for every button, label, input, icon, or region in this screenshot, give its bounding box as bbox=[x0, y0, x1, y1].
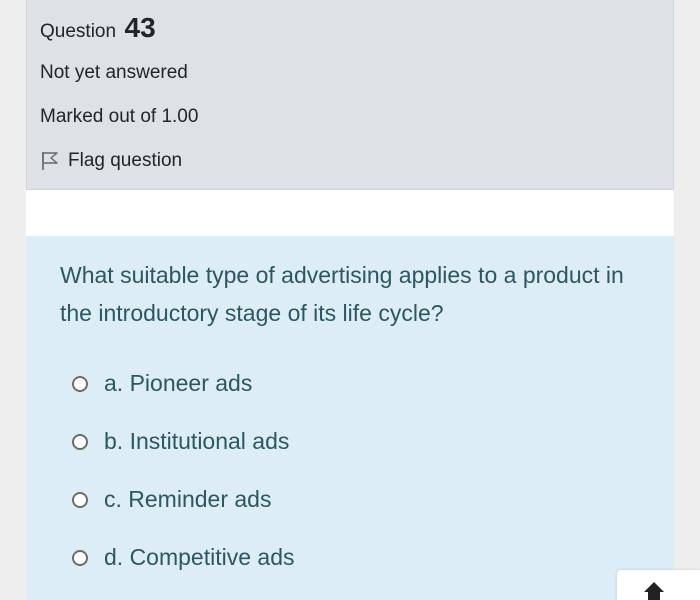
question-info-panel: Question 43 Not yet answered Marked out … bbox=[26, 0, 674, 190]
answer-option-a[interactable]: a. Pioneer ads bbox=[72, 370, 252, 397]
quiz-page: Question 43 Not yet answered Marked out … bbox=[0, 0, 700, 600]
question-grade: Marked out of 1.00 bbox=[40, 106, 199, 127]
answer-option-label: c. Reminder ads bbox=[104, 486, 272, 512]
answer-option-label: d. Competitive ads bbox=[104, 544, 295, 570]
question-title: Question 43 bbox=[40, 12, 156, 44]
answer-option-label: a. Pioneer ads bbox=[104, 370, 253, 396]
question-text: What suitable type of advertising applie… bbox=[60, 262, 624, 326]
answer-option-c[interactable]: c. Reminder ads bbox=[72, 486, 271, 513]
divider-gap bbox=[26, 190, 674, 236]
flag-question-label: Flag question bbox=[68, 150, 183, 171]
radio-icon[interactable] bbox=[72, 375, 88, 392]
flag-icon bbox=[40, 151, 60, 171]
arrow-up-icon bbox=[644, 582, 664, 600]
question-content: What suitable type of advertising applie… bbox=[26, 236, 674, 600]
answer-option-d[interactable]: d. Competitive ads bbox=[72, 544, 294, 571]
answer-option-label: b. Institutional ads bbox=[104, 428, 290, 454]
answer-option-b[interactable]: b. Institutional ads bbox=[72, 428, 289, 455]
flag-question-button[interactable]: Flag question bbox=[40, 150, 182, 172]
radio-icon[interactable] bbox=[72, 433, 88, 450]
scroll-to-top-button[interactable] bbox=[617, 570, 700, 600]
radio-icon[interactable] bbox=[72, 549, 88, 566]
question-state: Not yet answered bbox=[40, 62, 188, 83]
radio-icon[interactable] bbox=[72, 491, 88, 508]
question-label: Question bbox=[40, 21, 117, 42]
question-number: 43 bbox=[124, 12, 156, 43]
